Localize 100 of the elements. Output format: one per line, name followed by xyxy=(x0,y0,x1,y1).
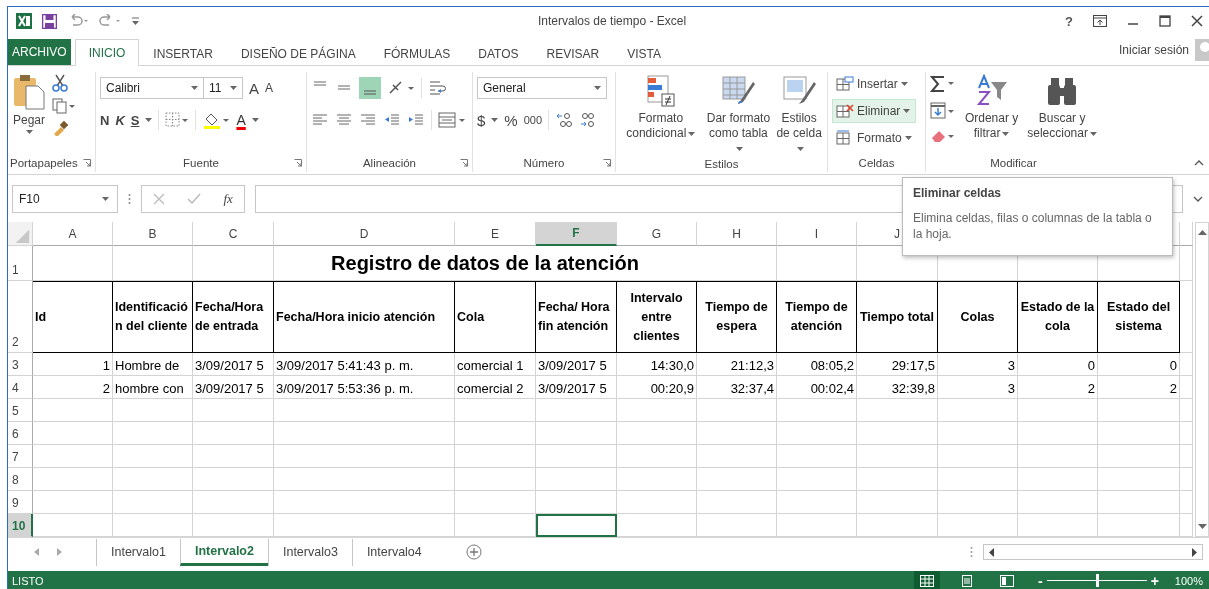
dialog-launcher-icon[interactable] xyxy=(460,159,468,167)
paste-button[interactable]: Pegar xyxy=(12,72,46,134)
style-dropdown-button[interactable]: Estilos de celda xyxy=(773,72,825,156)
fill-down-icon[interactable] xyxy=(930,102,956,120)
dialog-launcher-icon[interactable] xyxy=(294,159,302,167)
row-header[interactable]: 7 xyxy=(8,445,33,468)
row-header[interactable]: 8 xyxy=(8,468,33,491)
scroll-down-icon[interactable] xyxy=(1197,524,1207,530)
ribbon-tab[interactable]: INSERTAR xyxy=(139,40,227,66)
borders-icon[interactable] xyxy=(165,112,190,128)
editing-dropdown-button[interactable]: Ordenar y filtrar xyxy=(962,72,1022,141)
scroll-left-icon[interactable] xyxy=(988,547,994,557)
ribbon-display-icon[interactable] xyxy=(1093,15,1107,27)
column-header[interactable]: A xyxy=(33,222,113,246)
grow-font-button[interactable]: A xyxy=(249,79,259,97)
page-break-icon xyxy=(1000,574,1014,587)
row-header[interactable]: 4 xyxy=(8,376,33,399)
zoom-slider-thumb[interactable] xyxy=(1095,574,1099,587)
merge-cells-icon[interactable] xyxy=(438,111,466,129)
row-header[interactable]: 6 xyxy=(8,422,33,445)
text-style-button[interactable]: S xyxy=(130,112,140,128)
new-sheet-icon[interactable] xyxy=(465,544,482,560)
sum-icon[interactable] xyxy=(930,74,956,94)
style-dropdown-button[interactable]: Formato condicional xyxy=(618,72,704,141)
shrink-font-button[interactable]: A xyxy=(265,81,274,95)
eraser-icon[interactable] xyxy=(930,128,956,144)
copy-icon[interactable] xyxy=(52,98,76,114)
ribbon-tab[interactable]: INICIO xyxy=(74,39,140,66)
header-cell: Tiempo de espera xyxy=(697,281,777,353)
currency-button[interactable]: $ xyxy=(477,111,486,129)
normal-view-button[interactable] xyxy=(914,571,940,589)
cells-command-button[interactable]: Formato xyxy=(832,126,916,150)
sign-in-link[interactable]: Iniciar sesión xyxy=(1118,43,1189,57)
column-header[interactable]: B xyxy=(113,222,193,246)
wrap-text-icon[interactable] xyxy=(428,79,446,97)
cells-command-button[interactable]: Eliminar xyxy=(832,99,916,123)
cells-command-button[interactable]: Insertar xyxy=(832,72,916,96)
ribbon-tab[interactable]: VISTA xyxy=(613,40,676,66)
fill-color-icon[interactable] xyxy=(202,111,231,129)
ribbon-tab[interactable]: DATOS xyxy=(464,40,533,66)
vertical-scrollbar[interactable] xyxy=(1195,222,1209,537)
file-tab[interactable]: ARCHIVO xyxy=(8,39,71,65)
column-header[interactable]: I xyxy=(777,222,857,246)
dialog-launcher-icon[interactable] xyxy=(603,159,611,167)
insert-function-button[interactable]: fx xyxy=(223,190,233,207)
grid-icon xyxy=(920,574,934,587)
zoom-out-button[interactable]: - xyxy=(1038,572,1043,589)
row-header[interactable]: 2 xyxy=(8,281,33,353)
horizontal-scrollbar[interactable] xyxy=(983,544,1203,560)
ribbon-tab[interactable]: FÓRMULAS xyxy=(369,40,465,66)
row-header[interactable]: 10 xyxy=(8,514,33,537)
row-header[interactable]: 5 xyxy=(8,399,33,422)
table-cell: 2 xyxy=(1018,376,1098,399)
column-header[interactable]: E xyxy=(455,222,536,246)
collapse-ribbon-icon[interactable] xyxy=(1194,160,1204,166)
text-style-button[interactable]: N xyxy=(100,112,110,128)
sheet-tab[interactable]: Intervalo4 xyxy=(351,538,436,566)
percent-button[interactable]: % xyxy=(504,111,518,129)
number-format-dropdown[interactable]: General xyxy=(477,77,607,99)
ribbon-tab[interactable]: REVISAR xyxy=(532,40,614,66)
scroll-right-icon[interactable] xyxy=(1192,547,1198,557)
row-header[interactable]: 1 xyxy=(8,246,33,281)
selected-cell[interactable] xyxy=(536,514,617,537)
column-header[interactable]: F xyxy=(536,222,617,246)
previous-sheet-icon[interactable] xyxy=(34,548,40,556)
row-header[interactable]: 3 xyxy=(8,353,33,376)
editing-dropdown-button[interactable]: Buscar y seleccionar xyxy=(1027,72,1097,141)
sheet-tab[interactable]: Intervalo2 xyxy=(179,538,268,566)
column-header[interactable]: H xyxy=(697,222,777,246)
column-header[interactable]: D xyxy=(274,222,455,246)
customize-caret-icon[interactable] xyxy=(131,16,140,26)
empty-cell xyxy=(1180,422,1193,445)
close-icon[interactable] xyxy=(1191,15,1203,27)
style-dropdown-button[interactable]: Dar formato como tabla xyxy=(705,72,772,156)
format-painter-icon[interactable] xyxy=(52,120,68,136)
text-style-button[interactable]: K xyxy=(115,112,125,128)
sheet-tab[interactable]: Intervalo1 xyxy=(96,538,180,566)
maximize-icon[interactable] xyxy=(1159,15,1171,27)
font-name-dropdown[interactable]: Calibri xyxy=(100,77,204,99)
dialog-launcher-icon[interactable] xyxy=(83,159,91,167)
scissors-icon[interactable] xyxy=(52,74,68,92)
increase-decimal-icon[interactable] xyxy=(555,111,574,129)
font-size-dropdown[interactable]: 11 xyxy=(203,77,243,99)
thousands-button[interactable]: 000 xyxy=(523,114,543,126)
ribbon-tab[interactable]: DISEÑO DE PÁGINA xyxy=(226,40,370,66)
redo-icon[interactable] xyxy=(99,14,121,28)
scroll-up-icon[interactable] xyxy=(1197,229,1207,235)
column-header[interactable]: G xyxy=(617,222,697,246)
save-icon[interactable] xyxy=(42,13,57,29)
font-color-button[interactable]: A xyxy=(236,112,246,128)
expand-formula-icon[interactable] xyxy=(1193,195,1203,202)
caret-icon xyxy=(688,131,696,136)
zoom-in-button[interactable]: + xyxy=(1150,572,1159,589)
help-button[interactable]: ? xyxy=(1065,13,1073,29)
sheet-tab[interactable]: Intervalo3 xyxy=(267,538,352,566)
enter-check-icon[interactable] xyxy=(187,192,202,205)
next-sheet-icon[interactable] xyxy=(56,548,62,556)
table-cell: 2 xyxy=(33,376,113,399)
name-box[interactable]: F10 xyxy=(12,184,118,213)
column-header[interactable]: C xyxy=(193,222,274,246)
